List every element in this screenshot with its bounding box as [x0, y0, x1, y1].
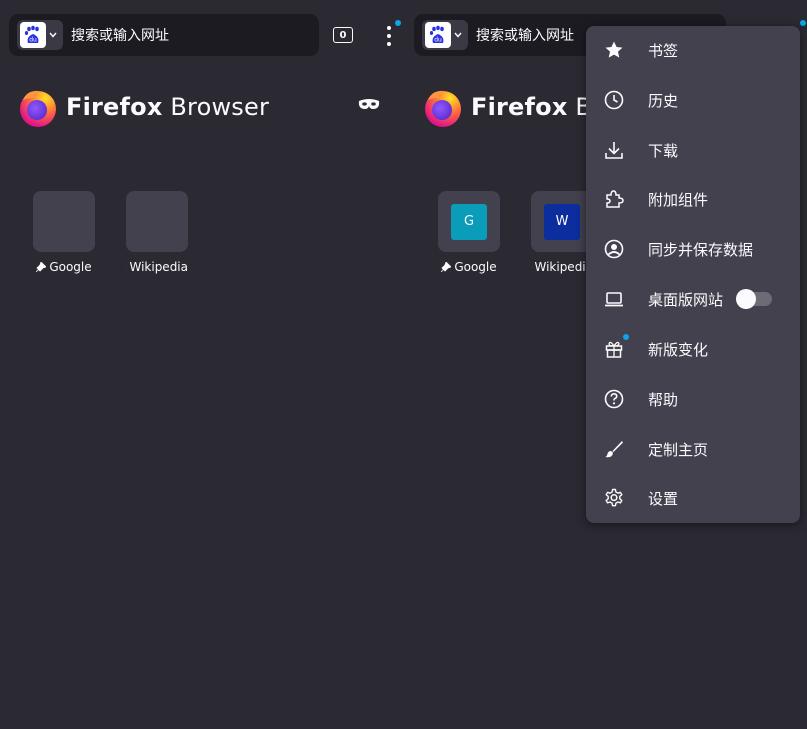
account-icon — [603, 238, 625, 260]
menu-item-label: 同步并保存数据 — [648, 240, 754, 259]
private-mode-mask-icon[interactable] — [358, 98, 380, 110]
star-icon — [603, 39, 625, 61]
menu-badge-dot — [395, 20, 401, 26]
laptop-icon — [603, 288, 625, 310]
menu-item-bookmarks[interactable]: 书签 — [586, 29, 800, 71]
left-browser-pane: du 搜索或输入网址 0 Firefox Browser Google Wiki… — [0, 0, 405, 729]
menu-item-label: 新版变化 — [648, 340, 709, 359]
menu-item-label: 桌面版网站 — [648, 290, 724, 309]
top-site-wikipedia[interactable]: W Wikipedia — [531, 191, 593, 274]
brand-rest: Browser — [162, 93, 270, 121]
menu-item-label: 帮助 — [648, 390, 679, 409]
menu-item-label: 书签 — [648, 41, 679, 60]
gift-icon — [603, 338, 625, 360]
menu-item-addons[interactable]: 附加组件 — [586, 178, 800, 220]
menu-item-label: 下载 — [648, 141, 679, 160]
menu-item-desktop-site[interactable]: 桌面版网站 — [586, 278, 800, 320]
baidu-icon: du — [20, 22, 46, 48]
menu-item-whats-new[interactable]: 新版变化 — [586, 328, 800, 370]
baidu-icon: du — [425, 22, 451, 48]
site-label: Wikipedia — [129, 260, 188, 274]
menu-item-history[interactable]: 历史 — [586, 79, 800, 121]
firefox-logo-icon — [425, 90, 461, 127]
firefox-logo-icon — [20, 90, 56, 127]
url-input[interactable]: 搜索或输入网址 — [476, 25, 574, 45]
top-site-google[interactable]: G Google — [438, 191, 500, 274]
menu-item-label: 定制主页 — [648, 440, 709, 459]
menu-item-downloads[interactable]: 下载 — [586, 129, 800, 171]
menu-kebab-icon[interactable] — [386, 25, 392, 47]
download-icon — [603, 139, 625, 161]
menu-item-label: 设置 — [648, 489, 679, 508]
chevron-down-icon — [454, 32, 462, 38]
url-input[interactable]: 搜索或输入网址 — [71, 25, 169, 45]
url-bar[interactable]: du 搜索或输入网址 — [9, 14, 319, 56]
pin-icon — [441, 262, 452, 272]
menu-item-customize-homepage[interactable]: 定制主页 — [586, 428, 800, 470]
top-site-wikipedia[interactable]: Wikipedia — [126, 191, 188, 274]
menu-item-label: 附加组件 — [648, 190, 709, 209]
desktop-site-toggle[interactable] — [736, 289, 772, 309]
menu-item-help[interactable]: 帮助 — [586, 378, 800, 420]
brush-icon — [603, 438, 625, 460]
search-engine-selector[interactable]: du — [17, 20, 63, 50]
chevron-down-icon — [49, 32, 57, 38]
top-site-google[interactable]: Google — [33, 191, 95, 274]
tab-counter-button[interactable]: 0 — [333, 27, 353, 43]
menu-badge-dot — [800, 20, 806, 26]
pin-icon — [36, 262, 47, 272]
menu-item-settings[interactable]: 设置 — [586, 477, 800, 519]
brand-bold: Firefox — [66, 93, 163, 121]
site-label: Wikipedia — [534, 260, 593, 274]
menu-item-label: 历史 — [648, 91, 679, 110]
menu-item-sync[interactable]: 同步并保存数据 — [586, 228, 800, 270]
new-badge-dot — [623, 334, 629, 340]
site-label: Google — [454, 260, 497, 274]
firefox-brand: Firefox Browser — [17, 86, 269, 128]
toggle-knob — [736, 289, 756, 309]
help-icon — [603, 388, 625, 410]
top-site-tile[interactable]: G — [438, 191, 500, 252]
svg-text:du: du — [29, 37, 37, 44]
search-engine-selector[interactable]: du — [422, 20, 468, 50]
top-site-tile[interactable] — [126, 191, 188, 252]
svg-text:du: du — [434, 37, 442, 44]
brand-bold: Firefox — [471, 93, 568, 121]
top-site-tile[interactable]: W — [531, 191, 593, 252]
top-site-tile[interactable] — [33, 191, 95, 252]
wikipedia-favicon: W — [544, 203, 580, 240]
gear-icon — [603, 487, 625, 509]
clock-icon — [603, 89, 625, 111]
site-label: Google — [49, 260, 92, 274]
main-menu: 书签 历史 下载 附加组件 同步并保存数据 桌面版网站 新版变化 帮助 定制主页… — [586, 26, 800, 523]
google-favicon: G — [451, 203, 487, 240]
puzzle-icon — [603, 188, 625, 210]
